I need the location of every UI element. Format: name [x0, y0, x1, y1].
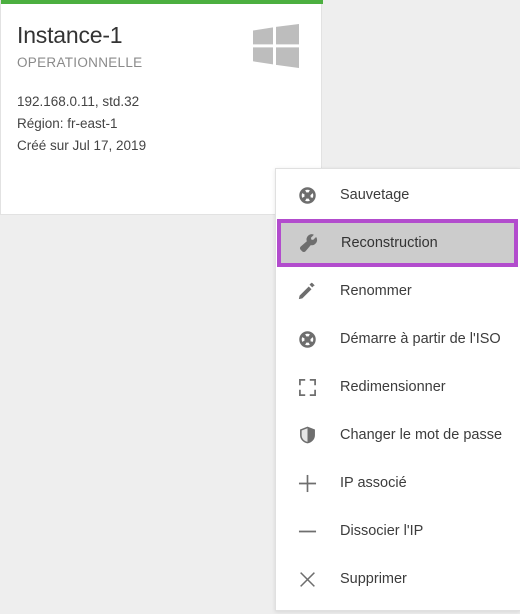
menu-item-dissocier-ip[interactable]: Dissocier l'IP: [276, 507, 520, 555]
instance-created: Créé sur Jul 17, 2019: [17, 138, 147, 154]
shield-icon: [292, 420, 322, 450]
menu-item-label: IP associé: [340, 475, 407, 491]
plus-icon: [292, 468, 322, 498]
pencil-icon: [292, 276, 322, 306]
close-x-icon: [292, 564, 322, 594]
menu-item-label: Dissocier l'IP: [340, 523, 424, 539]
wrench-icon: [293, 228, 323, 258]
menu-item-reconstruction[interactable]: Reconstruction: [277, 219, 518, 267]
instance-card[interactable]: Instance-1 OPERATIONNELLE 192.168.0.11, …: [0, 0, 323, 215]
menu-item-supprimer[interactable]: Supprimer: [276, 555, 520, 603]
instance-region: Région: fr-east-1: [17, 116, 118, 132]
menu-item-sauvetage[interactable]: Sauvetage: [276, 171, 520, 219]
menu-item-label: Démarre à partir de l'ISO: [340, 331, 501, 347]
menu-item-label: Renommer: [340, 283, 412, 299]
windows-logo-icon: [253, 24, 299, 68]
menu-item-ip-associe[interactable]: IP associé: [276, 459, 520, 507]
menu-item-label: Redimensionner: [340, 379, 446, 395]
menu-item-label: Changer le mot de passe: [340, 427, 503, 443]
menu-item-label: Reconstruction: [341, 235, 438, 251]
menu-item-label: Sauvetage: [340, 187, 410, 203]
menu-item-label: Supprimer: [340, 571, 407, 587]
instance-address: 192.168.0.11, std.32: [17, 94, 140, 110]
menu-item-renommer[interactable]: Renommer: [276, 267, 520, 315]
lifebuoy-icon: [292, 180, 322, 210]
resize-corners-icon: [292, 372, 322, 402]
instance-meta: 192.168.0.11, std.32 Région: fr-east-1 C…: [17, 91, 305, 157]
menu-item-changer-mot-de-passe[interactable]: Changer le mot de passe: [276, 411, 520, 459]
menu-item-demarre-iso[interactable]: Démarre à partir de l'ISO: [276, 315, 520, 363]
lifebuoy-icon: [292, 324, 322, 354]
menu-item-redimensionner[interactable]: Redimensionner: [276, 363, 520, 411]
instance-actions-context-menu[interactable]: Sauvetage Reconstruction Renommer Démarr…: [275, 168, 520, 611]
minus-icon: [292, 516, 322, 546]
